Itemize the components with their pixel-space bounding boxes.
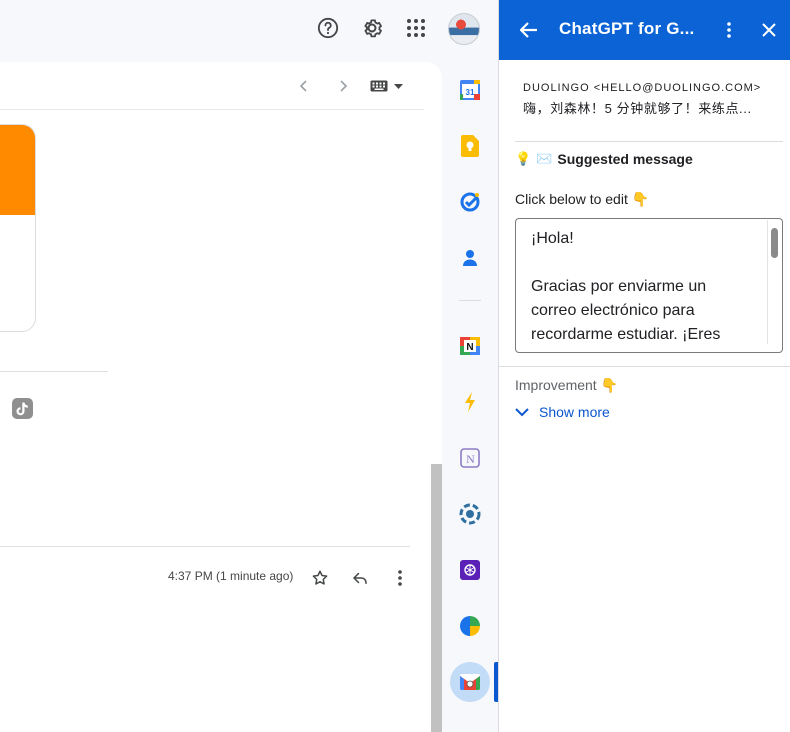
panel-title: ChatGPT for G... bbox=[559, 19, 695, 38]
account-avatar[interactable] bbox=[448, 13, 480, 45]
newer-chevron-icon[interactable] bbox=[292, 74, 316, 98]
close-icon[interactable] bbox=[757, 17, 781, 43]
mail-toolbar bbox=[0, 62, 424, 110]
show-more-button[interactable]: Show more bbox=[515, 404, 610, 420]
svg-text:N: N bbox=[466, 452, 475, 466]
improvement-heading: Improvement 👇 bbox=[515, 377, 618, 394]
divider bbox=[0, 371, 108, 372]
extension-icon[interactable] bbox=[458, 502, 482, 526]
divider bbox=[499, 366, 790, 367]
panel-header: ChatGPT for G... bbox=[499, 0, 790, 60]
notion-icon[interactable]: N bbox=[458, 446, 482, 470]
chatgpt-side-panel: ChatGPT for G... DUOLINGO <HELLO@DUOLING… bbox=[498, 0, 790, 732]
email-banner bbox=[0, 125, 35, 215]
settings-gear-icon[interactable] bbox=[356, 12, 388, 44]
keyboard-icon[interactable] bbox=[370, 78, 410, 94]
help-icon[interactable] bbox=[312, 12, 344, 44]
contacts-icon[interactable] bbox=[458, 246, 482, 270]
email-subject: 嗨，刘森林！5 分钟就够了！来练点... bbox=[523, 101, 752, 116]
email-body-card bbox=[0, 124, 36, 332]
chatgpt-for-gmail-icon[interactable] bbox=[458, 670, 482, 694]
notion-calendar-icon[interactable]: N bbox=[458, 334, 482, 358]
apps-grid-icon[interactable] bbox=[400, 12, 432, 44]
star-icon[interactable] bbox=[308, 566, 332, 590]
pie-chart-icon[interactable] bbox=[458, 614, 482, 638]
reply-icon[interactable] bbox=[348, 566, 372, 590]
divider bbox=[515, 141, 783, 142]
svg-text:N: N bbox=[466, 342, 473, 353]
improvement-label: Improvement bbox=[515, 377, 597, 393]
click-below-hint: Click below to edit 👇 bbox=[515, 191, 649, 208]
more-vertical-icon[interactable] bbox=[717, 17, 741, 43]
rail-divider bbox=[459, 300, 481, 301]
addon-sidebar: 31 N N bbox=[442, 62, 498, 732]
tiktok-icon[interactable] bbox=[12, 398, 33, 419]
textarea-scrollbar[interactable] bbox=[771, 228, 778, 258]
textarea-scroll-track bbox=[767, 220, 768, 344]
suggested-message-textarea[interactable]: ¡Hola! Gracias por enviarme un correo el… bbox=[515, 218, 783, 353]
suggested-message-heading: 💡 ✉️ Suggested message bbox=[515, 151, 693, 167]
calendar-icon[interactable]: 31 bbox=[458, 78, 482, 102]
chevron-down-icon bbox=[515, 404, 529, 420]
chatgpt-app-icon[interactable] bbox=[458, 558, 482, 582]
click-below-label: Click below to edit bbox=[515, 191, 628, 207]
pointing-down-icon: 👇 bbox=[631, 191, 650, 207]
divider bbox=[0, 546, 410, 547]
show-more-label: Show more bbox=[539, 404, 610, 420]
lightning-icon[interactable] bbox=[458, 390, 482, 414]
calendar-day: 31 bbox=[466, 88, 475, 97]
message-timestamp: 4:37 PM (1 minute ago) bbox=[168, 569, 294, 583]
mail-view: 4:37 PM (1 minute ago) bbox=[0, 62, 442, 732]
tasks-icon[interactable] bbox=[458, 190, 482, 214]
lightbulb-icon: 💡 bbox=[515, 151, 532, 166]
pointing-down-icon: 👇 bbox=[600, 377, 619, 393]
older-chevron-icon[interactable] bbox=[331, 74, 355, 98]
more-vertical-icon[interactable] bbox=[388, 566, 412, 590]
envelope-icon: ✉️ bbox=[536, 151, 553, 166]
back-arrow-icon[interactable] bbox=[516, 17, 542, 43]
email-sender: DUOLINGO <HELLO@DUOLINGO.COM> bbox=[523, 82, 762, 94]
chevron-down-icon bbox=[394, 77, 403, 95]
top-bar bbox=[0, 0, 498, 60]
mail-scrollbar[interactable] bbox=[431, 464, 442, 732]
keep-icon[interactable] bbox=[458, 134, 482, 158]
suggested-message-label: Suggested message bbox=[557, 151, 693, 167]
